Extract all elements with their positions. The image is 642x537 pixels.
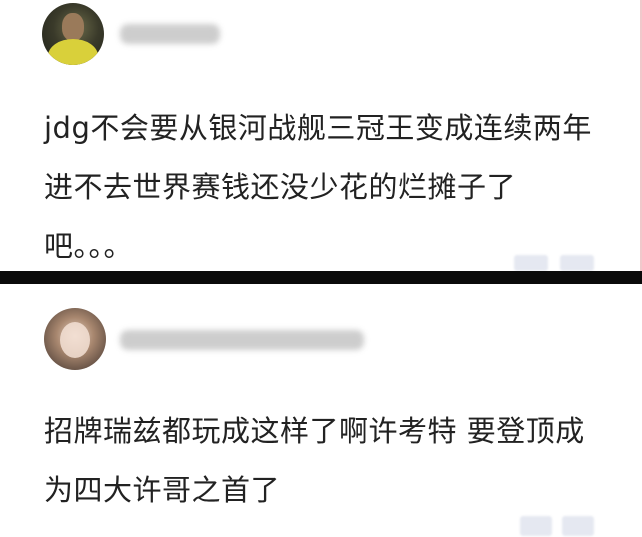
username-blurred[interactable] (120, 24, 220, 44)
comment-card: 招牌瑞兹都玩成这样了啊许考特 要登顶成为四大许哥之首了 (0, 284, 642, 537)
like-button[interactable] (560, 255, 594, 271)
avatar-face (62, 13, 84, 41)
comment-thread: jdg不会要从银河战舰三冠王变成连续两年进不去世界赛钱还没少花的烂摊子了吧。。。… (0, 0, 642, 537)
comment-text: 招牌瑞兹都玩成这样了啊许考特 要登顶成为四大许哥之首了 (44, 414, 585, 507)
reply-button[interactable] (514, 255, 548, 271)
divider (0, 271, 642, 284)
reply-button[interactable] (520, 516, 552, 536)
avatar-shirt (48, 39, 98, 65)
avatar[interactable] (42, 3, 104, 65)
comment-card: jdg不会要从银河战舰三冠王变成连续两年进不去世界赛钱还没少花的烂摊子了吧。。。 (0, 0, 642, 271)
like-button[interactable] (562, 516, 594, 536)
username-blurred[interactable] (120, 330, 364, 350)
avatar[interactable] (44, 308, 106, 370)
avatar-face (60, 322, 90, 358)
comment-text: jdg不会要从银河战舰三冠王变成连续两年进不去世界赛钱还没少花的烂摊子了吧。。。 (44, 111, 592, 263)
